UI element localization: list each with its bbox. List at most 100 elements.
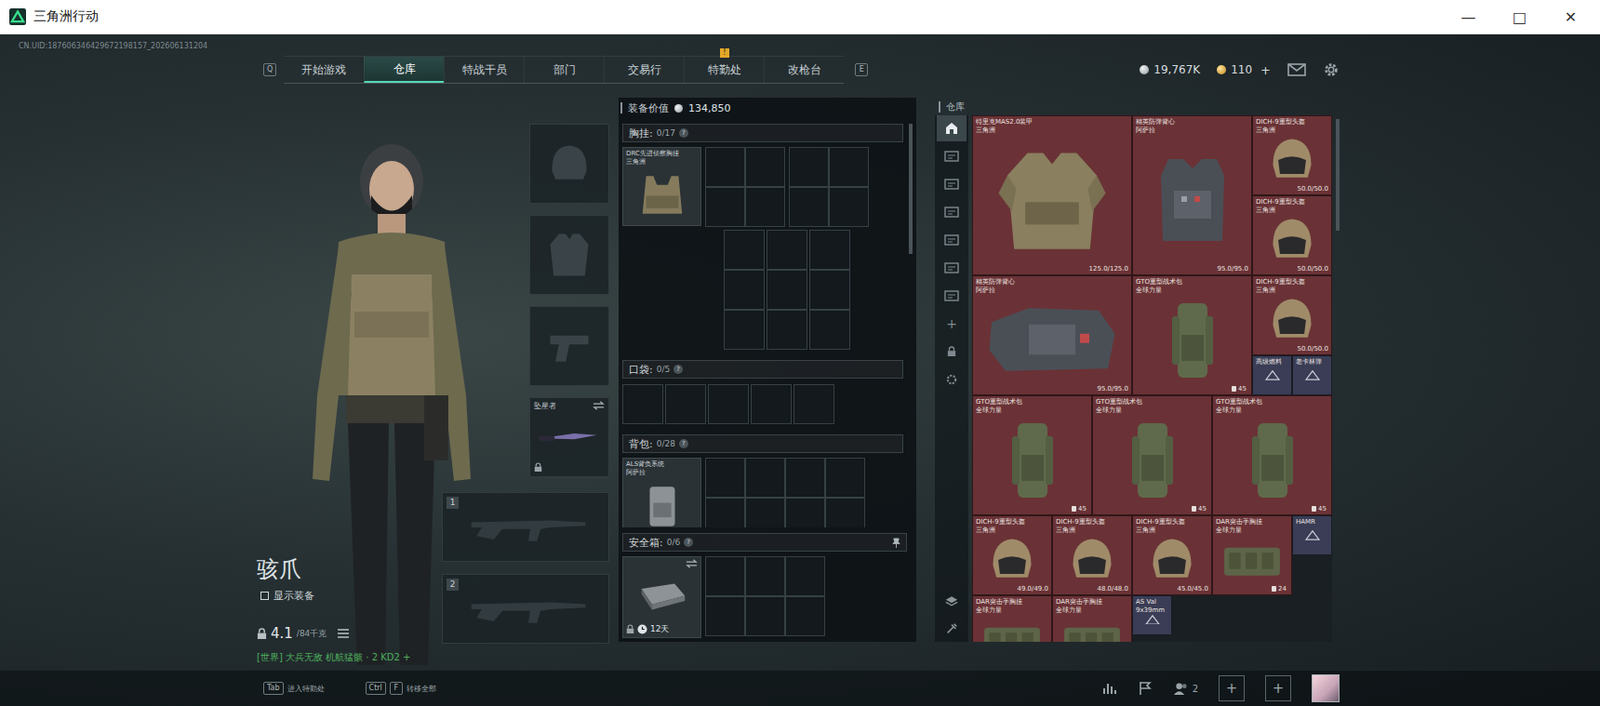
- help-button[interactable]: ?: [673, 364, 683, 374]
- stash-item[interactable]: DICH-9重型头盔三角洲45.0/45.0: [1132, 515, 1213, 596]
- grid-cell[interactable]: [785, 596, 826, 637]
- stash-item[interactable]: DICH-9重型头盔三角洲50.0/50.0: [1252, 195, 1333, 276]
- pin-icon[interactable]: [892, 537, 901, 548]
- stash-item[interactable]: 精英防弹背心阿萨拉95.0/95.0: [1132, 115, 1253, 276]
- stash-scrollbar[interactable]: [1335, 115, 1340, 642]
- list-icon[interactable]: [337, 628, 349, 639]
- grid-cell[interactable]: [705, 497, 746, 528]
- stash-tab[interactable]: [936, 254, 967, 281]
- grid-cell[interactable]: [705, 556, 746, 597]
- show-gear-checkbox[interactable]: [260, 591, 269, 600]
- stash-tab[interactable]: [936, 171, 967, 198]
- grid-cell[interactable]: [809, 229, 851, 270]
- stats-chart-icon[interactable]: [1102, 680, 1118, 696]
- stash-item[interactable]: DAR突击手胸挂全球力量: [1052, 595, 1133, 642]
- gear-slot[interactable]: 坠星者: [529, 397, 610, 478]
- grid-cell[interactable]: [745, 596, 786, 637]
- grid-cell[interactable]: [825, 497, 866, 528]
- stash-item[interactable]: HAMR: [1292, 515, 1333, 556]
- window-control-button[interactable]: ✕: [1545, 0, 1597, 34]
- scrollbar-thumb[interactable]: [908, 123, 913, 254]
- nav-tab[interactable]: 交易行: [603, 56, 684, 83]
- safe-box-item[interactable]: 12天: [622, 556, 702, 639]
- stash-item[interactable]: GTO重型战术包全球力量45: [1092, 395, 1213, 516]
- nav-tab[interactable]: 开始游戏: [283, 56, 364, 83]
- grid-cell[interactable]: [745, 556, 786, 597]
- gear-slot[interactable]: [529, 214, 610, 295]
- grid-cell[interactable]: [723, 309, 765, 350]
- stash-sort-button[interactable]: [936, 615, 967, 642]
- stash-item[interactable]: GTO重型战术包全球力量45: [972, 395, 1093, 516]
- nav-tab[interactable]: 仓库: [363, 56, 444, 83]
- grid-cell[interactable]: [828, 146, 869, 187]
- stash-tab[interactable]: [936, 226, 967, 254]
- key-hint[interactable]: CtrlF转移全部: [365, 681, 437, 695]
- stash-item[interactable]: DICH-9重型头盔三角洲50.0/50.0: [1252, 275, 1333, 356]
- grid-cell[interactable]: [788, 146, 829, 187]
- grid-cell[interactable]: [785, 457, 826, 498]
- grid-cell[interactable]: [766, 309, 808, 350]
- grid-cell[interactable]: [809, 309, 851, 350]
- stash-lock-button[interactable]: [936, 338, 967, 365]
- pocket-cell[interactable]: [707, 384, 749, 425]
- invite-slot-button[interactable]: +: [1265, 675, 1292, 702]
- stash-item[interactable]: 特里克MAS2.0装甲三角洲125.0/125.0: [972, 115, 1133, 276]
- weapon-slot[interactable]: 1: [441, 492, 610, 562]
- grid-cell[interactable]: [723, 229, 765, 270]
- stash-item[interactable]: 老卡林弹: [1292, 355, 1333, 396]
- nav-tab[interactable]: 改枪台: [763, 56, 844, 83]
- grid-cell[interactable]: [723, 269, 765, 310]
- swap-icon[interactable]: [685, 559, 698, 569]
- stash-item[interactable]: DICH-9重型头盔三角洲50.0/50.0: [1252, 115, 1333, 196]
- weapon-slot[interactable]: 2: [441, 573, 610, 644]
- stash-item[interactable]: GTO重型战术包全球力量45: [1212, 395, 1333, 516]
- gear-slot[interactable]: [529, 306, 610, 387]
- grid-cell[interactable]: [766, 229, 808, 270]
- nav-tab[interactable]: 部门: [523, 56, 604, 83]
- help-button[interactable]: ?: [683, 537, 694, 547]
- grid-cell[interactable]: [745, 457, 786, 498]
- grid-cell[interactable]: [788, 186, 829, 227]
- stash-item[interactable]: AS Val9x39mm: [1132, 595, 1173, 636]
- prev-tab-key[interactable]: Q: [263, 63, 277, 77]
- grid-cell[interactable]: [828, 186, 869, 227]
- key-hint[interactable]: Tab进入特勤处: [263, 681, 325, 695]
- grid-cell[interactable]: [705, 457, 746, 498]
- grid-cell[interactable]: [825, 457, 866, 498]
- help-button[interactable]: ?: [679, 439, 689, 449]
- stash-item[interactable]: GTO重型战术包全球力量45: [1132, 275, 1253, 396]
- stash-item[interactable]: DICH-9重型头盔三角洲48.0/48.0: [1052, 515, 1133, 596]
- pocket-cell[interactable]: [665, 384, 707, 425]
- gear-slot[interactable]: [529, 123, 610, 204]
- grid-cell[interactable]: [745, 146, 786, 187]
- stash-tab[interactable]: [936, 143, 967, 170]
- window-control-button[interactable]: —: [1442, 0, 1494, 34]
- stash-item[interactable]: 精英防弹背心阿萨拉95.0/95.0: [972, 275, 1133, 396]
- stash-layers-button[interactable]: [936, 587, 967, 614]
- friends-button[interactable]: 2: [1173, 681, 1199, 696]
- flag-icon[interactable]: [1137, 680, 1153, 696]
- grid-cell[interactable]: [745, 497, 786, 528]
- grid-cell[interactable]: [785, 556, 826, 597]
- add-stash-tab-button[interactable]: +: [936, 310, 967, 337]
- gear-icon[interactable]: [1322, 61, 1340, 79]
- pocket-cell[interactable]: [750, 384, 792, 425]
- grid-cell[interactable]: [809, 269, 851, 310]
- stash-item[interactable]: DICH-9重型头盔三角洲49.0/49.0: [972, 515, 1053, 596]
- chest-rig-item[interactable]: DRC先进侦察胸挂三角洲: [622, 146, 702, 227]
- stash-item[interactable]: DAR突击手胸挂全球力量24: [1212, 515, 1293, 596]
- help-button[interactable]: ?: [679, 128, 689, 138]
- stash-item[interactable]: DAR突击手胸挂全球力量: [972, 595, 1053, 642]
- backpack-item[interactable]: ALS背负系统阿萨拉: [622, 457, 702, 528]
- add-currency-button[interactable]: +: [1260, 63, 1271, 78]
- grid-cell[interactable]: [705, 186, 746, 227]
- stash-tab[interactable]: [936, 282, 967, 309]
- grid-cell[interactable]: [745, 186, 786, 227]
- stash-settings-button[interactable]: [936, 366, 967, 393]
- pocket-cell[interactable]: [793, 384, 835, 425]
- scrollbar-thumb[interactable]: [1335, 119, 1340, 231]
- grid-cell[interactable]: [705, 146, 746, 187]
- grid-cell[interactable]: [766, 269, 808, 310]
- show-gear-toggle[interactable]: 显示装备: [256, 588, 442, 603]
- grid-cell[interactable]: [785, 497, 826, 528]
